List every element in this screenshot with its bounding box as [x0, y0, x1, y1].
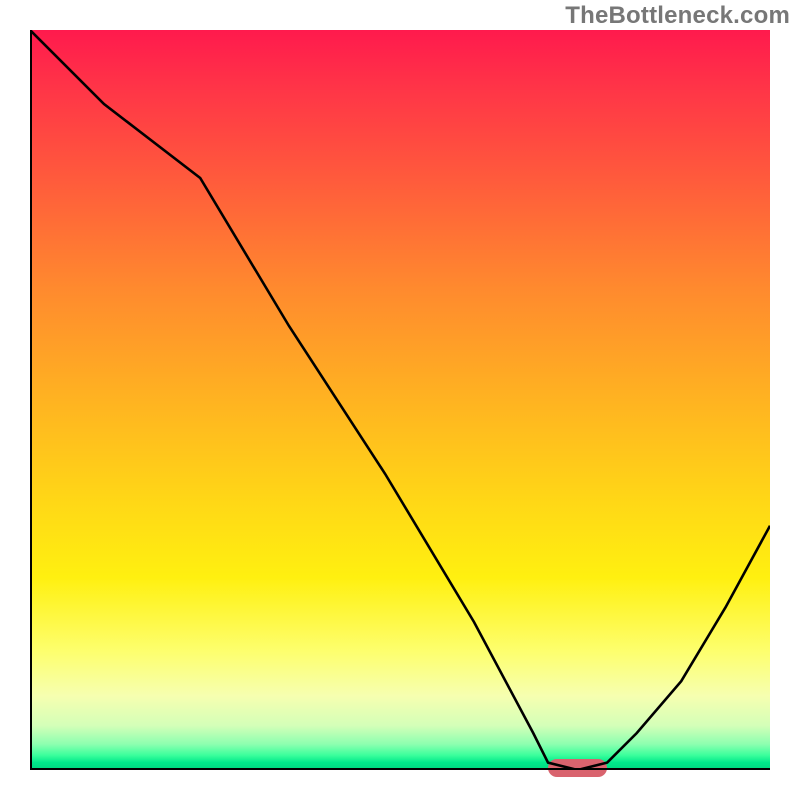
plot-area [30, 30, 770, 770]
chart-container: TheBottleneck.com [0, 0, 800, 800]
gradient-background [30, 30, 770, 770]
optimal-range-marker [548, 759, 607, 777]
watermark-text: TheBottleneck.com [565, 2, 790, 30]
